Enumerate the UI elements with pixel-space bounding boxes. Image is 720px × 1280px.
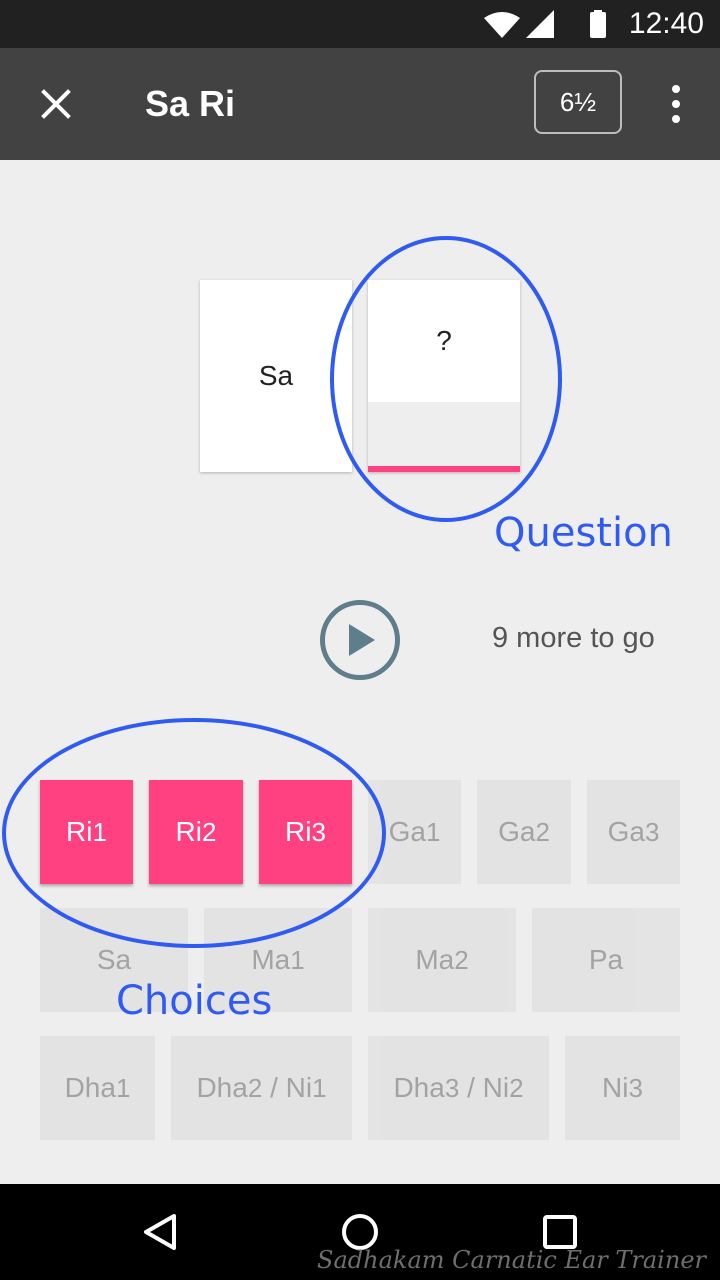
- choices-annotation-ellipse: [2, 718, 386, 948]
- more-options-button[interactable]: [656, 76, 696, 132]
- choices-annotation-label: Choices: [116, 978, 273, 1024]
- wifi-icon: [484, 12, 520, 38]
- choice-ga2[interactable]: Ga 2: [477, 780, 571, 884]
- navigation-bar: Sadhakam Carnatic Ear Trainer: [0, 1184, 720, 1280]
- score-badge[interactable]: 6½: [534, 70, 622, 134]
- choice-ni3[interactable]: Ni 3: [565, 1036, 680, 1140]
- page-title: Sa Ri: [145, 83, 236, 124]
- choice-dha3-ni2[interactable]: Dha 3 / Ni 2: [368, 1036, 549, 1140]
- more-vert-icon: [672, 85, 680, 93]
- watermark: Sadhakam Carnatic Ear Trainer: [317, 1246, 706, 1274]
- play-icon: [349, 624, 375, 656]
- close-button[interactable]: [24, 72, 88, 136]
- remaining-count: 9 more to go: [492, 622, 655, 654]
- status-bar: 12:40: [0, 0, 720, 48]
- status-time: 12:40: [628, 7, 704, 40]
- back-icon: [144, 1214, 176, 1250]
- choice-dha1[interactable]: Dha 1: [40, 1036, 155, 1140]
- cellular-signal-icon: [526, 10, 554, 38]
- question-annotation-label: Question: [494, 510, 673, 556]
- play-button[interactable]: [320, 600, 400, 680]
- close-icon: [41, 89, 71, 119]
- app-bar: Sa Ri 6½: [0, 48, 720, 160]
- choice-dha2-ni1[interactable]: Dha 2 / Ni 1: [171, 1036, 352, 1140]
- choice-ga3[interactable]: Ga 3: [587, 780, 680, 884]
- status-icons: [484, 10, 606, 38]
- battery-icon: [590, 12, 606, 38]
- choice-pa[interactable]: Pa: [532, 908, 680, 1012]
- question-annotation-ellipse: [330, 236, 562, 522]
- back-button[interactable]: [126, 1198, 194, 1266]
- choice-ma2[interactable]: Ma 2: [368, 908, 516, 1012]
